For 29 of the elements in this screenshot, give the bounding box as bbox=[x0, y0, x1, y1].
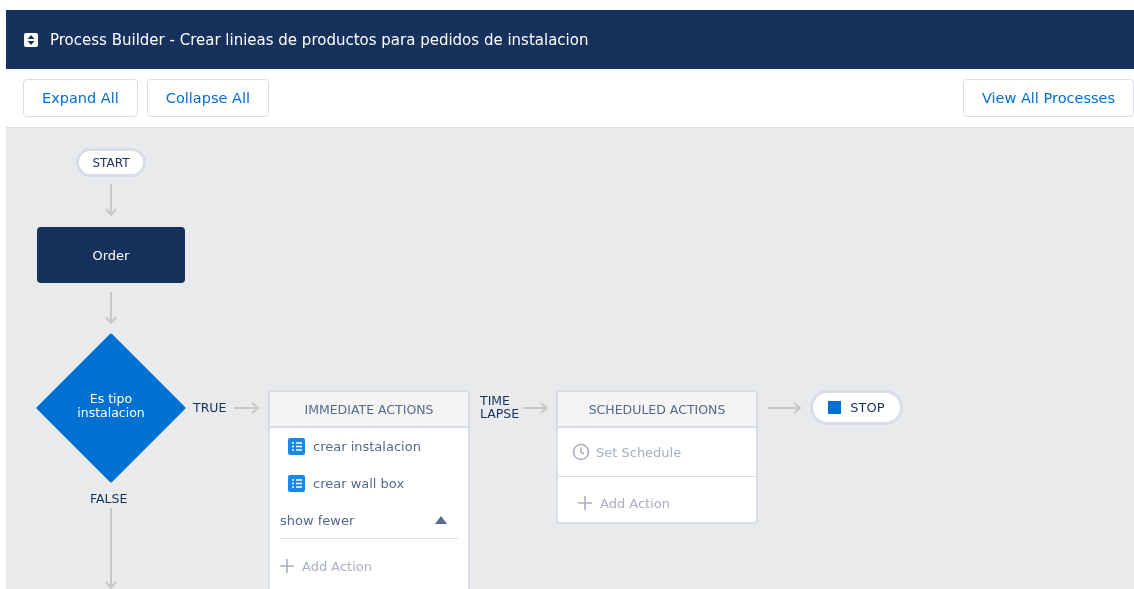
card-header: SCHEDULED ACTIONS bbox=[558, 392, 756, 428]
record-icon bbox=[288, 438, 305, 455]
action-item[interactable]: crear wall box bbox=[280, 465, 458, 502]
window-title: Process Builder - Crear linieas de productos para pedidos de instalacion bbox=[50, 30, 589, 49]
plus-icon bbox=[280, 559, 294, 573]
right-arrow bbox=[234, 401, 260, 415]
criteria-label: Es tipo instalacion bbox=[76, 392, 146, 420]
true-label: TRUE bbox=[193, 400, 227, 415]
clock-icon bbox=[572, 443, 590, 461]
criteria-diamond[interactable] bbox=[36, 333, 186, 483]
object-node[interactable]: Order bbox=[37, 227, 185, 283]
action-item[interactable]: crear instalacion bbox=[280, 428, 458, 465]
down-arrow bbox=[104, 184, 118, 216]
process-icon bbox=[24, 32, 38, 47]
toolbar-button[interactable]: Expand All bbox=[23, 79, 138, 117]
record-icon bbox=[288, 475, 305, 492]
right-arrow bbox=[523, 401, 549, 415]
plus-icon bbox=[578, 496, 592, 510]
start-node: START bbox=[76, 148, 146, 177]
show-fewer-toggle[interactable]: show fewer bbox=[280, 502, 458, 539]
toolbar-button[interactable]: Collapse All bbox=[146, 79, 270, 117]
time-lapse-label: TIME LAPSE bbox=[480, 394, 520, 420]
down-arrow bbox=[104, 292, 118, 324]
stop-node: STOP bbox=[810, 390, 903, 425]
stop-square-icon bbox=[828, 401, 842, 414]
right-arrow bbox=[768, 401, 802, 415]
false-label: FALSE bbox=[90, 491, 128, 506]
view-all-processes-button[interactable]: View All Processes bbox=[962, 79, 1134, 117]
card-header: IMMEDIATE ACTIONS bbox=[270, 392, 468, 428]
